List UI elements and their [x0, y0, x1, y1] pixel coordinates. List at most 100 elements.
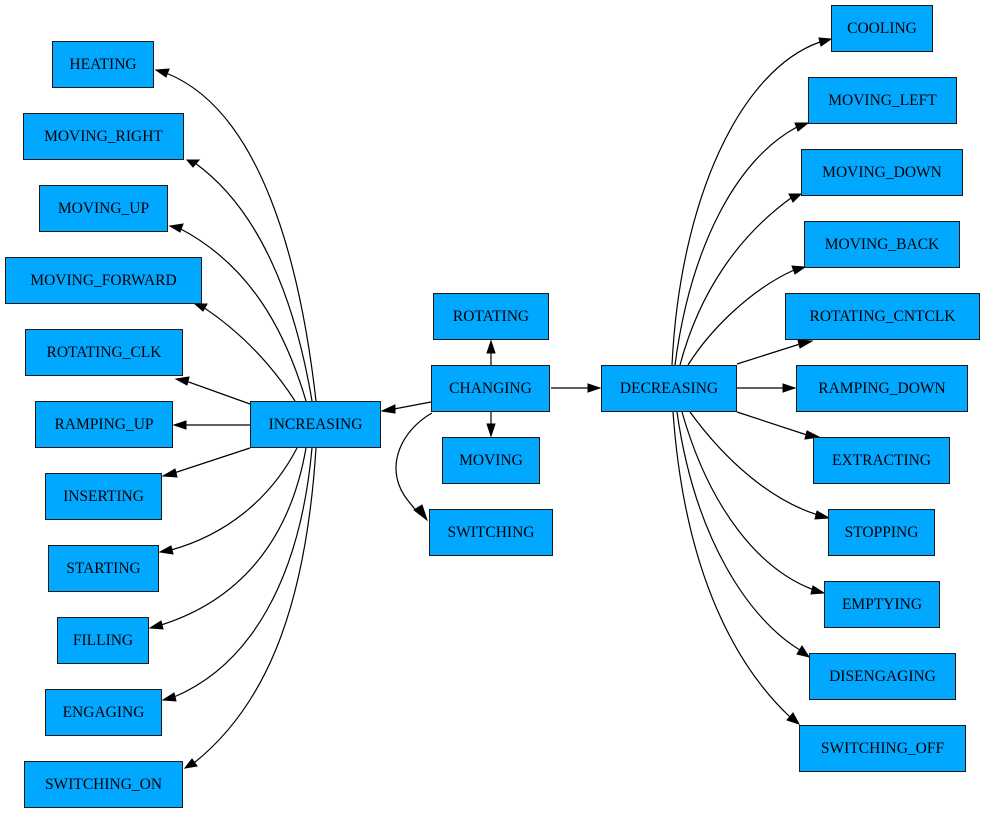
node-ramping-down[interactable]: RAMPING_DOWN [796, 365, 968, 412]
node-moving-up[interactable]: MOVING_UP [39, 185, 168, 232]
node-switching[interactable]: SWITCHING [429, 509, 553, 556]
arrowhead-icon [154, 68, 170, 78]
edge-decreasing-to-emptying [681, 411, 826, 595]
node-stopping[interactable]: STOPPING [828, 509, 935, 556]
arrowhead-icon [797, 339, 814, 349]
arrowhead-icon [794, 122, 810, 132]
edge-line [681, 411, 815, 591]
edge-increasing-to-moving-forward [193, 303, 296, 402]
arrowhead-icon [183, 758, 198, 769]
node-label: MOVING_LEFT [828, 91, 937, 109]
edge-decreasing-to-moving-down [679, 193, 803, 366]
node-rotating-clk[interactable]: ROTATING_CLK [25, 329, 183, 376]
node-label: INCREASING [268, 415, 363, 433]
arrowhead-icon [158, 545, 174, 555]
node-label: ENGAGING [62, 703, 145, 721]
node-label: EMPTYING [841, 595, 923, 613]
edge-decreasing-to-stopping [689, 411, 831, 520]
node-label: MOVING_FORWARD [30, 271, 177, 289]
edge-line [395, 412, 433, 515]
arrowhead-icon [380, 404, 396, 414]
edge-line [672, 411, 791, 718]
arrowhead-icon [161, 468, 178, 478]
node-moving[interactable]: MOVING [442, 437, 540, 484]
edge-increasing-to-switching-on [183, 447, 317, 769]
arrowhead-icon [486, 423, 496, 438]
edge-increasing-to-rotating-clk [174, 376, 251, 405]
arrowhead-icon [810, 585, 826, 595]
node-changing[interactable]: CHANGING [431, 365, 550, 412]
edge-changing-to-rotating [486, 339, 496, 365]
node-disengaging[interactable]: DISENGAGING [809, 653, 956, 700]
arrowhead-icon [168, 223, 184, 233]
node-moving-forward[interactable]: MOVING_FORWARD [5, 257, 202, 304]
edge-increasing-to-ramping-up [172, 420, 250, 430]
edge-decreasing-to-switching-off [672, 411, 801, 725]
node-label: STOPPING [844, 523, 919, 541]
node-decreasing[interactable]: DECREASING [601, 365, 737, 412]
node-emptying[interactable]: EMPTYING [824, 581, 940, 628]
edge-increasing-to-starting [158, 447, 298, 555]
node-rotating[interactable]: ROTATING [433, 293, 549, 340]
edge-line [160, 447, 307, 626]
edge-changing-to-increasing [380, 401, 432, 414]
node-moving-left[interactable]: MOVING_LEFT [808, 77, 957, 124]
node-label: SWITCHING [447, 523, 535, 541]
edge-line [193, 447, 317, 764]
node-label: RAMPING_UP [54, 415, 154, 433]
edge-line [689, 411, 819, 516]
node-label: MOVING_UP [57, 199, 150, 217]
edge-increasing-to-moving-up [168, 223, 307, 402]
node-label: RAMPING_DOWN [818, 379, 946, 397]
node-label: MOVING_DOWN [822, 163, 942, 181]
edge-line [178, 227, 307, 402]
node-moving-right[interactable]: MOVING_RIGHT [23, 113, 184, 160]
edge-line [736, 343, 801, 365]
edge-line [173, 447, 251, 474]
arrowhead-icon [172, 420, 187, 430]
node-starting[interactable]: STARTING [48, 545, 159, 592]
node-ramping-up[interactable]: RAMPING_UP [35, 401, 173, 448]
edge-increasing-to-engaging [161, 447, 313, 702]
node-label: SWITCHING_ON [44, 775, 163, 793]
node-inserting[interactable]: INSERTING [45, 473, 162, 520]
arrowhead-icon [193, 303, 208, 312]
node-increasing[interactable]: INCREASING [250, 401, 381, 448]
node-switching-off[interactable]: SWITCHING_OFF [799, 725, 966, 772]
edge-line [674, 126, 798, 366]
node-extracting[interactable]: EXTRACTING [813, 437, 950, 484]
node-moving-back[interactable]: MOVING_BACK [804, 221, 960, 268]
node-label: SWITCHING_OFF [820, 739, 945, 757]
node-label: ROTATING [452, 307, 530, 325]
edge-line [173, 447, 313, 698]
edge-changing-to-moving [486, 412, 496, 438]
node-label: MOVING_BACK [824, 235, 940, 253]
node-label: ROTATING_CLK [46, 343, 162, 361]
node-rotating-cntclk[interactable]: ROTATING_CNTCLK [785, 293, 980, 340]
edge-line [165, 72, 317, 402]
node-switching-on[interactable]: SWITCHING_ON [24, 761, 183, 808]
node-engaging[interactable]: ENGAGING [45, 689, 162, 736]
arrowhead-icon [486, 339, 496, 354]
edge-changing-to-switching [395, 412, 433, 522]
node-label: INSERTING [63, 487, 144, 505]
node-label: ROTATING_CNTCLK [809, 307, 956, 325]
edge-decreasing-to-extracting [736, 411, 821, 440]
edge-line [393, 401, 432, 410]
node-label: FILLING [72, 631, 134, 649]
state-diagram: CHANGING ROTATING MOVING SWITCHING INCREASIN… [0, 0, 985, 815]
arrowhead-icon [788, 193, 803, 203]
node-cooling[interactable]: COOLING [831, 5, 933, 52]
node-filling[interactable]: FILLING [57, 617, 149, 664]
node-label: STARTING [66, 559, 141, 577]
edge-line [185, 380, 251, 405]
arrowhead-icon [161, 692, 177, 702]
arrowhead-icon [782, 383, 797, 393]
node-moving-down[interactable]: MOVING_DOWN [801, 149, 963, 196]
edge-decreasing-to-rotating-cntclk [736, 339, 814, 365]
node-heating[interactable]: HEATING [52, 41, 154, 88]
node-label: DISENGAGING [829, 667, 936, 685]
node-label: MOVING_RIGHT [44, 127, 163, 145]
edge-line [679, 197, 792, 366]
node-label: HEATING [69, 55, 137, 73]
